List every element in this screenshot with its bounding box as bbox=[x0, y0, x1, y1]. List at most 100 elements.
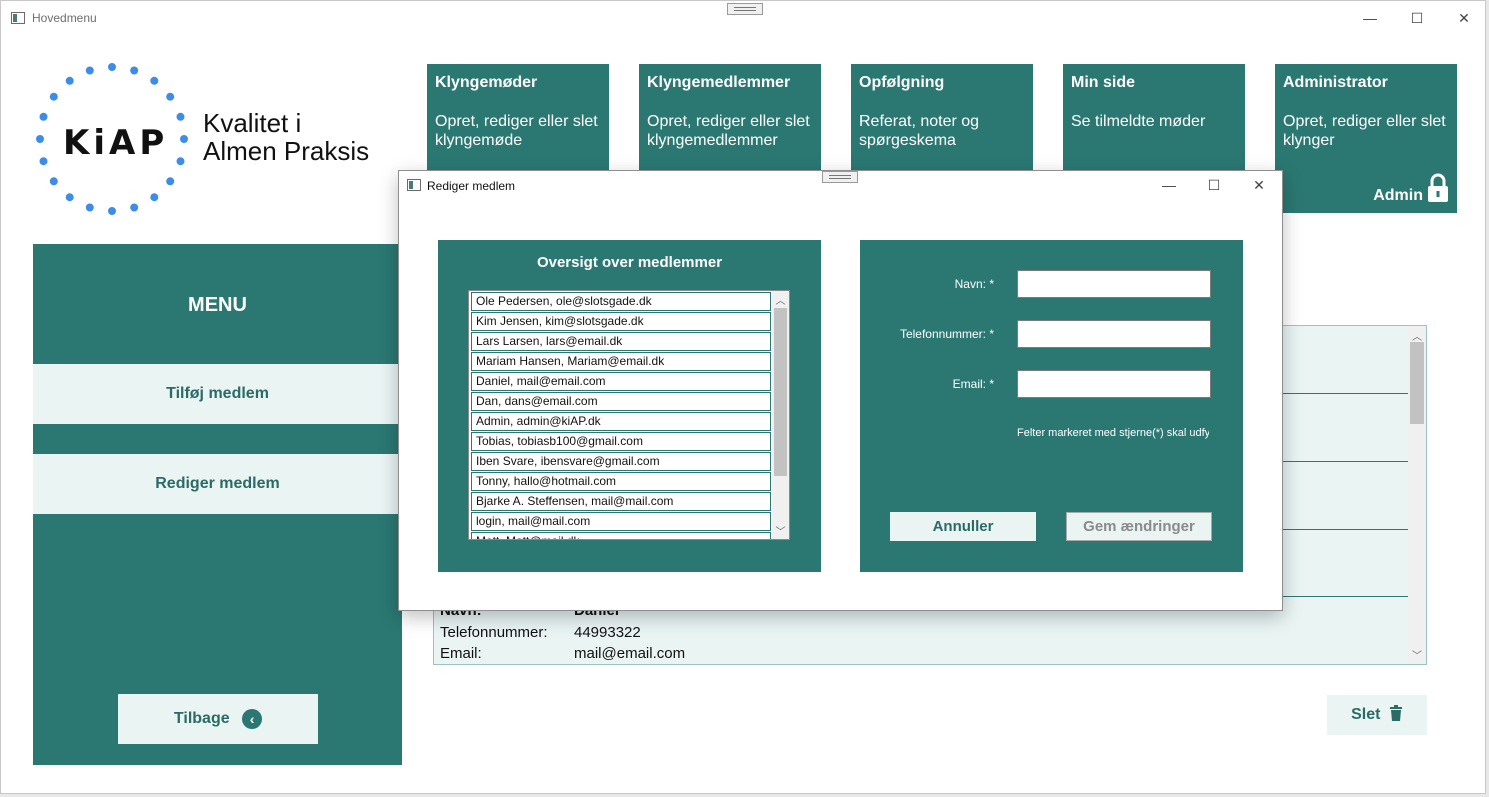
drag-grip-icon[interactable] bbox=[727, 3, 763, 15]
tile-description: Opret, rediger eller slet klyngemøde bbox=[435, 113, 598, 149]
list-scroll-down-icon[interactable]: ﹀ bbox=[772, 523, 789, 538]
member-list-item[interactable]: Tonny, hallo@hotmail.com bbox=[471, 472, 771, 491]
tile-description: Se tilmeldte møder bbox=[1071, 113, 1206, 130]
back-button-label: Tilbage bbox=[173, 710, 230, 727]
tile-title: Opfølgning bbox=[859, 74, 945, 91]
scroll-up-arrow-icon[interactable]: ︿ bbox=[1408, 328, 1426, 343]
logo-dot bbox=[176, 157, 185, 166]
name-field[interactable] bbox=[1017, 270, 1211, 298]
maximize-button[interactable]: ☐ bbox=[1405, 8, 1429, 28]
members-scrollbar[interactable]: ︿ ﹀ bbox=[772, 291, 789, 539]
member-list-item[interactable]: Ole Pedersen, ole@slotsgade.dk bbox=[471, 292, 771, 311]
email-label: Email: * bbox=[952, 377, 994, 391]
chevron-left-icon: ‹ bbox=[242, 708, 263, 729]
record-email-value: mail@email.com bbox=[574, 645, 686, 662]
member-list-item[interactable]: Matt, Matt@mail.dk bbox=[471, 532, 771, 539]
member-list-item[interactable]: login, mail@mail.com bbox=[471, 512, 771, 531]
logo-dot bbox=[85, 203, 94, 212]
side-menu: MENU Tilføj medlem Rediger medlem Tilbag… bbox=[33, 244, 402, 765]
edit-form-panel: Navn: * Telefonnummer: * Email: * Felter… bbox=[860, 240, 1243, 572]
members-listbox[interactable]: Ole Pedersen, ole@slotsgade.dk Kim Jensen… bbox=[468, 290, 790, 540]
record-email-row: Email: mail@email.com bbox=[440, 645, 685, 662]
logo-dot bbox=[65, 193, 74, 202]
menu-item-tilfoj-medlem[interactable]: Tilføj medlem bbox=[33, 364, 402, 424]
dialog-title: Rediger medlem bbox=[427, 179, 516, 193]
lock-icon bbox=[1428, 173, 1448, 202]
record-phone-value: 44993322 bbox=[574, 624, 641, 641]
records-scroll-thumb[interactable] bbox=[1410, 342, 1424, 424]
logo-tagline: Kvalitet i Almen Praksis bbox=[203, 109, 369, 165]
logo-dot bbox=[150, 76, 159, 85]
kiap-logo: KiAP Kvalitet i Almen Praksis bbox=[31, 59, 411, 219]
members-scroll-thumb[interactable] bbox=[774, 308, 787, 476]
list-scroll-up-icon[interactable]: ︿ bbox=[772, 292, 789, 307]
app-window-icon bbox=[11, 12, 25, 24]
logo-dot bbox=[39, 157, 48, 166]
logo-dot bbox=[108, 207, 116, 215]
close-button[interactable]: ✕ bbox=[1452, 8, 1476, 28]
dialog-minimize-button[interactable]: — bbox=[1157, 175, 1181, 195]
email-field[interactable] bbox=[1017, 370, 1211, 398]
tile-title: Klyngemedlemmer bbox=[647, 74, 791, 91]
admin-badge: Admin bbox=[1373, 187, 1423, 204]
back-button[interactable]: Tilbage ‹ bbox=[118, 694, 318, 744]
logo-dot bbox=[176, 112, 185, 121]
logo-tagline-line2: Almen Praksis bbox=[203, 136, 370, 166]
tile-title: Klyngemøder bbox=[435, 74, 538, 91]
tile-description: Opret, rediger eller slet klyngemedlemme… bbox=[647, 113, 810, 149]
logo-dot bbox=[166, 92, 175, 101]
trash-icon bbox=[1389, 705, 1402, 721]
record-email-label: Email: bbox=[440, 645, 482, 662]
logo-wordmark: KiAP bbox=[63, 123, 169, 163]
edit-member-dialog: Rediger medlem — ☐ ✕ Oversigt over medle… bbox=[398, 170, 1283, 611]
member-list-item[interactable]: Daniel, mail@email.com bbox=[471, 372, 771, 391]
save-changes-button[interactable]: Gem ændringer bbox=[1066, 512, 1212, 541]
logo-dot bbox=[150, 193, 159, 202]
logo-dot bbox=[39, 112, 48, 121]
name-label: Navn: * bbox=[954, 277, 994, 291]
logo-dot bbox=[49, 177, 58, 186]
tile-title: Administrator bbox=[1283, 74, 1388, 91]
members-overview-panel: Oversigt over medlemmer Ole Pedersen, ol… bbox=[438, 240, 821, 572]
member-list-item[interactable]: Iben Svare, ibensvare@gmail.com bbox=[471, 452, 771, 471]
phone-label: Telefonnummer: * bbox=[899, 327, 994, 341]
member-list-item[interactable]: Dan, dans@email.com bbox=[471, 392, 771, 411]
member-list-item[interactable]: Lars Larsen, lars@email.dk bbox=[471, 332, 771, 351]
overview-title: Oversigt over medlemmer bbox=[536, 254, 723, 271]
logo-tagline-line1: Kvalitet i bbox=[203, 108, 302, 138]
main-titlebar: Hovedmenu — ☐ ✕ bbox=[1, 1, 1485, 35]
member-list-item[interactable]: Kim Jensen, kim@slotsgade.dk bbox=[471, 312, 771, 331]
menu-item-rediger-medlem[interactable]: Rediger medlem bbox=[33, 454, 402, 514]
logo-dot bbox=[36, 135, 44, 143]
record-phone-row: Telefonnummer: 44993322 bbox=[440, 624, 641, 641]
dialog-window-icon bbox=[407, 179, 421, 191]
logo-dot bbox=[166, 177, 175, 186]
logo-dot bbox=[85, 66, 94, 75]
dialog-maximize-button[interactable]: ☐ bbox=[1202, 175, 1226, 195]
tile-title: Min side bbox=[1071, 74, 1136, 91]
logo-dot bbox=[130, 66, 139, 75]
required-fields-note: Felter markeret med stjerne(*) skal udfy… bbox=[1017, 427, 1209, 439]
member-list-item[interactable]: Tobias, tobiasb100@gmail.com bbox=[471, 432, 771, 451]
delete-button-label: Slet bbox=[1351, 706, 1381, 723]
phone-field[interactable] bbox=[1017, 320, 1211, 348]
dialog-close-button[interactable]: ✕ bbox=[1247, 175, 1271, 195]
tile-description: Referat, noter og spørgeskema bbox=[859, 113, 980, 149]
logo-dot bbox=[49, 92, 58, 101]
member-list-item[interactable]: Mariam Hansen, Mariam@email.dk bbox=[471, 352, 771, 371]
tile-description: Opret, rediger eller slet klynger bbox=[1283, 113, 1446, 149]
cancel-button[interactable]: Annuller bbox=[890, 512, 1036, 541]
tile-administrator[interactable]: Administrator Opret, rediger eller slet … bbox=[1275, 64, 1457, 213]
logo-dot bbox=[108, 63, 116, 71]
dialog-drag-grip-icon[interactable] bbox=[822, 171, 858, 183]
menu-title: MENU bbox=[188, 294, 247, 316]
dialog-titlebar: Rediger medlem — ☐ ✕ bbox=[399, 171, 1282, 201]
scroll-down-arrow-icon[interactable]: ﹀ bbox=[1408, 647, 1426, 662]
member-list-item[interactable]: Bjarke A. Steffensen, mail@mail.com bbox=[471, 492, 771, 511]
records-scrollbar[interactable]: ︿ ﹀ bbox=[1408, 326, 1426, 664]
member-list-item[interactable]: Admin, admin@kiAP.dk bbox=[471, 412, 771, 431]
delete-button[interactable]: Slet bbox=[1327, 695, 1427, 735]
record-phone-label: Telefonnummer: bbox=[440, 624, 548, 641]
main-window-title: Hovedmenu bbox=[32, 11, 97, 25]
minimize-button[interactable]: — bbox=[1358, 8, 1382, 28]
